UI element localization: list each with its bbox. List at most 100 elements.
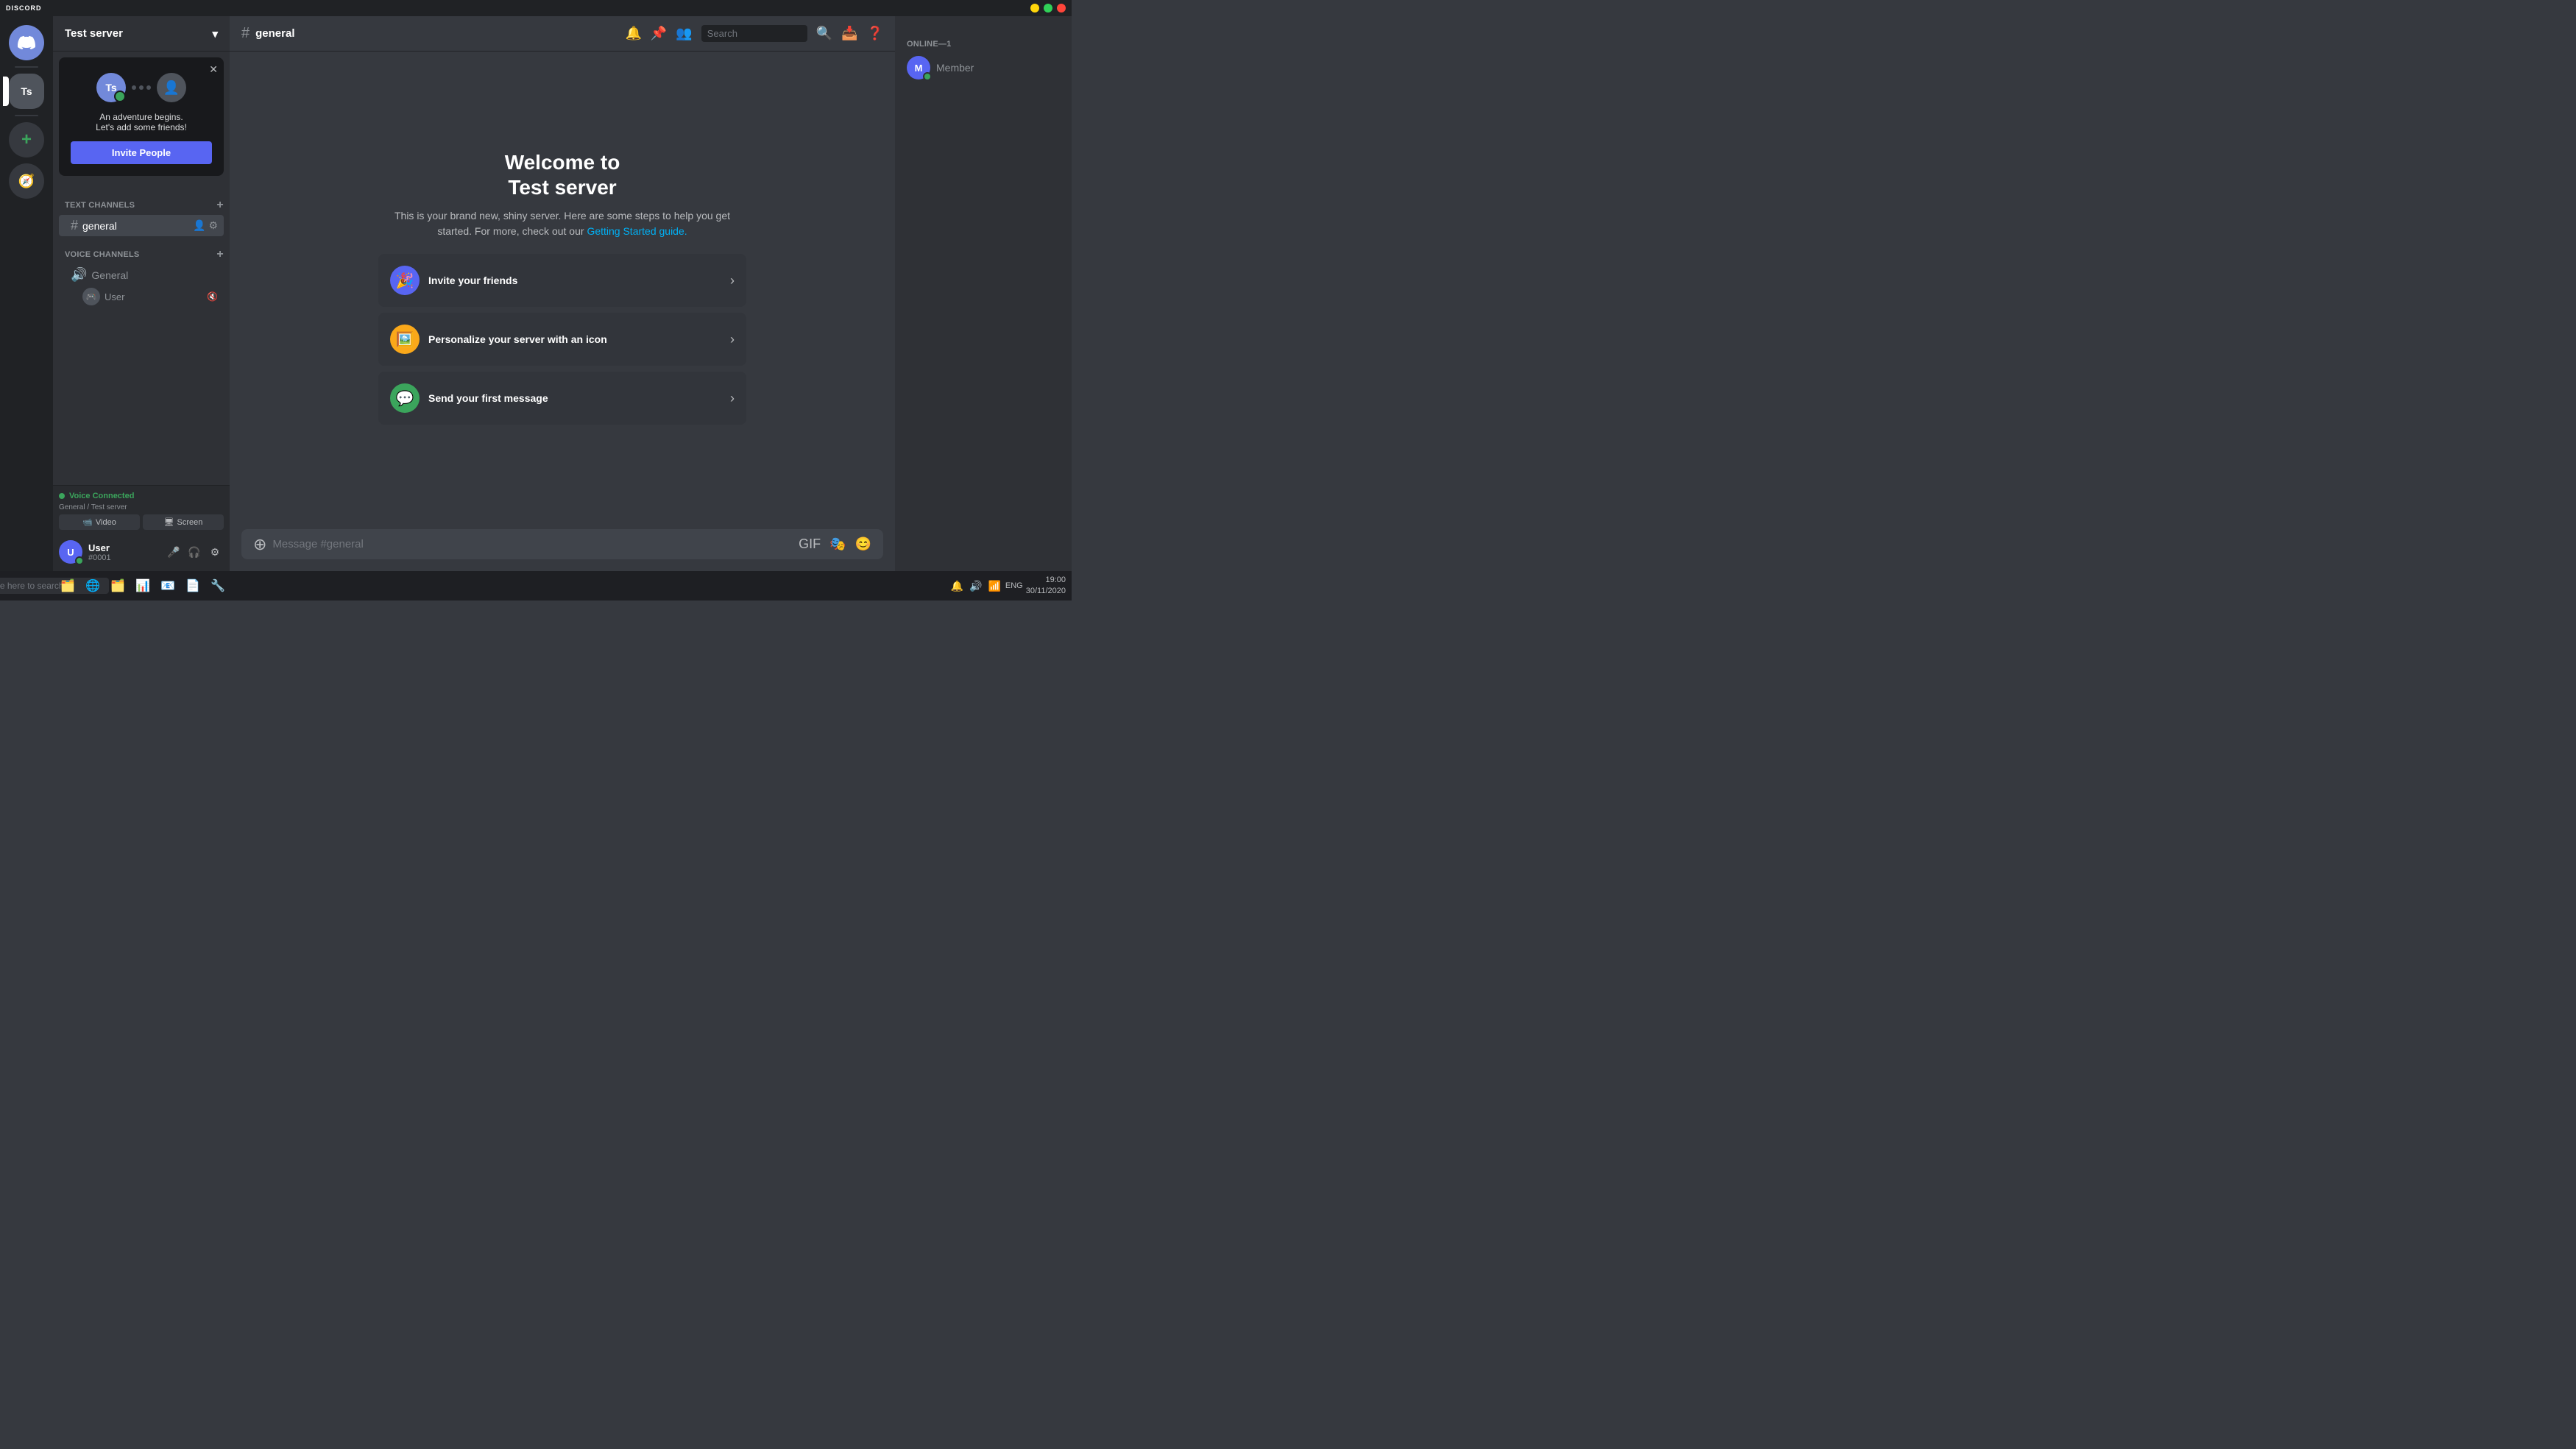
edge-btn[interactable]: 🌐 xyxy=(81,574,105,598)
pin-icon[interactable]: 📌 xyxy=(651,26,667,41)
minimize-btn[interactable] xyxy=(1030,4,1039,13)
screen-btn[interactable]: 🖥 Screen xyxy=(143,514,224,530)
mute-btn[interactable]: 🎤 xyxy=(165,543,183,561)
file-explorer-btn[interactable]: 🗂️ xyxy=(106,574,130,598)
server-letter: Ts xyxy=(21,85,32,97)
welcome-description: This is your brand new, shiny server. He… xyxy=(378,208,746,239)
invite-card-title: Invite your friends xyxy=(428,274,721,286)
text-channels-header[interactable]: TEXT CHANNELS + xyxy=(53,188,230,214)
close-btn[interactable] xyxy=(1057,4,1066,13)
user-info: User #0001 xyxy=(88,542,159,562)
taskbar-language[interactable]: ENG xyxy=(1005,581,1023,590)
server-name: Test server xyxy=(65,27,123,40)
first-message-card[interactable]: 💬 Send your first message › xyxy=(378,372,746,425)
add-server-icon[interactable]: + xyxy=(9,122,44,157)
add-voice-channel-btn[interactable]: + xyxy=(216,249,224,261)
first-message-card-title: Send your first message xyxy=(428,392,721,404)
voice-user-name: User xyxy=(105,291,124,302)
notification-icon[interactable]: 🔔 xyxy=(625,26,641,41)
add-icon: + xyxy=(21,130,32,150)
add-user-icon[interactable]: 👤 xyxy=(193,219,205,232)
member-status-dot xyxy=(923,72,932,81)
search-icon[interactable]: 🔍 xyxy=(816,26,832,41)
app-logo: DISCORD xyxy=(6,4,42,12)
members-icon[interactable]: 👥 xyxy=(676,26,692,41)
taskbar-app-icon[interactable]: 🔧 xyxy=(206,574,230,598)
message-input-icons: GIF 🎭 😊 xyxy=(799,536,871,552)
message-input[interactable] xyxy=(272,529,793,559)
voice-channels-header[interactable]: VOICE CHANNELS + xyxy=(53,237,230,263)
user-controls: 🎤 🎧 ⚙ xyxy=(165,543,224,561)
user-area: U User #0001 🎤 🎧 ⚙ xyxy=(53,533,230,571)
help-icon[interactable]: ❓ xyxy=(867,26,883,41)
taskbar-notification-icon[interactable]: 🔔 xyxy=(949,578,965,594)
personalize-card-arrow: › xyxy=(730,332,735,347)
video-btn[interactable]: 📹 Video xyxy=(59,514,140,530)
invite-avatars: Ts 👤 xyxy=(71,69,212,106)
friend-avatar-placeholder: 👤 xyxy=(157,73,186,102)
user-discriminator: #0001 xyxy=(88,553,159,562)
voice-user-item[interactable]: 🎮 User 🔇 xyxy=(59,286,224,307)
welcome-title: Welcome to Test server xyxy=(378,150,746,199)
user-avatar-container: U xyxy=(59,540,82,564)
server-list-divider xyxy=(15,66,38,68)
outlook-btn[interactable]: 📧 xyxy=(156,574,180,598)
taskbar-date-display: 30/11/2020 xyxy=(1026,586,1066,597)
channel-name-general-voice: General xyxy=(91,269,218,281)
channel-name-general: general xyxy=(82,220,188,232)
getting-started-link[interactable]: Getting Started guide. xyxy=(587,225,687,237)
deafen-btn[interactable]: 🎧 xyxy=(185,543,203,561)
explore-servers-icon[interactable]: 🧭 xyxy=(9,163,44,199)
channel-sidebar: Test server ▾ ✕ Ts 👤 An adventure begins… xyxy=(53,16,230,571)
invite-people-button[interactable]: Invite People xyxy=(71,141,212,164)
chevron-down-icon: ▾ xyxy=(212,27,218,40)
taskbar-network-icon[interactable]: 📶 xyxy=(986,578,1002,594)
hash-icon: # xyxy=(71,218,78,233)
sticker-icon[interactable]: 🎭 xyxy=(829,536,846,552)
maximize-btn[interactable] xyxy=(1044,4,1052,13)
taskbar: ⊞ 🗂️ 🌐 🗂️ 📊 📧 📄 🔧 🔔 🔊 📶 ENG 19:00 30/11/… xyxy=(0,571,1072,600)
user-status-dot xyxy=(75,556,84,565)
test-server-icon[interactable]: Ts xyxy=(9,74,44,109)
voice-connected-dot xyxy=(59,493,65,499)
personalize-card-title: Personalize your server with an icon xyxy=(428,333,721,345)
invite-card-text: Invite your friends xyxy=(428,274,721,286)
server-list: Ts + 🧭 xyxy=(0,16,53,571)
user-avatar-letter: U xyxy=(67,547,74,558)
invite-popup: ✕ Ts 👤 An adventure begins. Let's add so… xyxy=(59,57,224,176)
add-text-channel-btn[interactable]: + xyxy=(216,199,224,211)
channel-header-name: general xyxy=(255,27,294,40)
dot-3 xyxy=(146,85,151,90)
emoji-icon[interactable]: 😊 xyxy=(855,536,871,552)
invite-card-arrow: › xyxy=(730,273,735,288)
search-taskbar-btn[interactable] xyxy=(31,574,54,598)
taskbar-volume-icon[interactable]: 🔊 xyxy=(968,578,983,594)
server-list-divider-2 xyxy=(15,115,38,116)
invite-friends-card[interactable]: 🎉 Invite your friends › xyxy=(378,254,746,307)
discord-home-icon[interactable] xyxy=(9,25,44,60)
invite-avatar: Ts xyxy=(96,73,126,102)
attachment-btn[interactable]: ⊕ xyxy=(253,535,266,554)
invite-card-icon: 🎉 xyxy=(390,266,420,295)
voice-connected-banner: Voice Connected General / Test server 📹 … xyxy=(53,485,230,533)
settings-btn[interactable]: ⚙ xyxy=(206,543,224,561)
channel-item-general[interactable]: # general 👤 ⚙ xyxy=(59,215,224,236)
header-actions: 🔔 📌 👥 🔍 📥 ❓ xyxy=(625,25,883,42)
channel-item-general-voice[interactable]: 🔊 General xyxy=(59,264,224,286)
title-bar: DISCORD xyxy=(0,0,1072,16)
voice-status: Voice Connected xyxy=(59,492,224,500)
word-btn[interactable]: 📄 xyxy=(181,574,205,598)
server-header[interactable]: Test server ▾ xyxy=(53,16,230,52)
search-input[interactable] xyxy=(701,25,807,42)
settings-icon[interactable]: ⚙ xyxy=(208,219,218,232)
invite-text: An adventure begins. Let's add some frie… xyxy=(71,112,212,132)
gif-icon[interactable]: GIF xyxy=(799,536,821,552)
member-item[interactable]: M Member xyxy=(901,52,1066,84)
voice-channels-label: VOICE CHANNELS xyxy=(65,250,139,259)
chat-area: Welcome to Test server This is your bran… xyxy=(230,52,895,529)
excel-btn[interactable]: 📊 xyxy=(131,574,155,598)
inbox-icon[interactable]: 📥 xyxy=(841,26,857,41)
task-view-btn[interactable]: 🗂️ xyxy=(56,574,79,598)
personalize-card-text: Personalize your server with an icon xyxy=(428,333,721,345)
personalize-card[interactable]: 🖼️ Personalize your server with an icon … xyxy=(378,313,746,366)
